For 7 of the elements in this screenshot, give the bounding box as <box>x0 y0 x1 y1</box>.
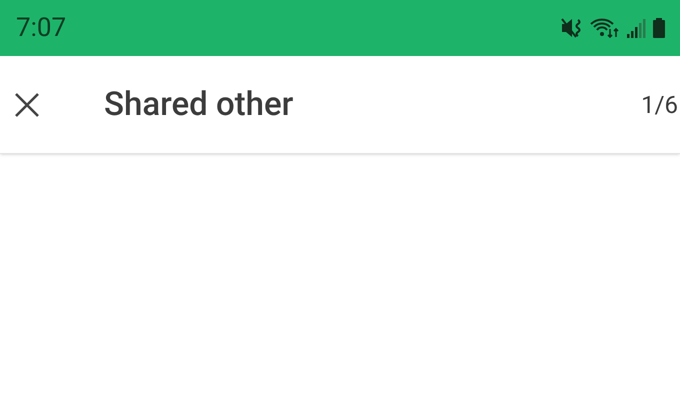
clock-time: 7:07 <box>16 12 66 44</box>
signal-icon <box>626 17 646 39</box>
close-icon <box>14 92 40 118</box>
page-counter: 1/6 <box>641 90 679 120</box>
wifi-icon <box>590 17 620 39</box>
battery-icon <box>652 17 666 39</box>
page-title: Shared other <box>104 84 294 126</box>
